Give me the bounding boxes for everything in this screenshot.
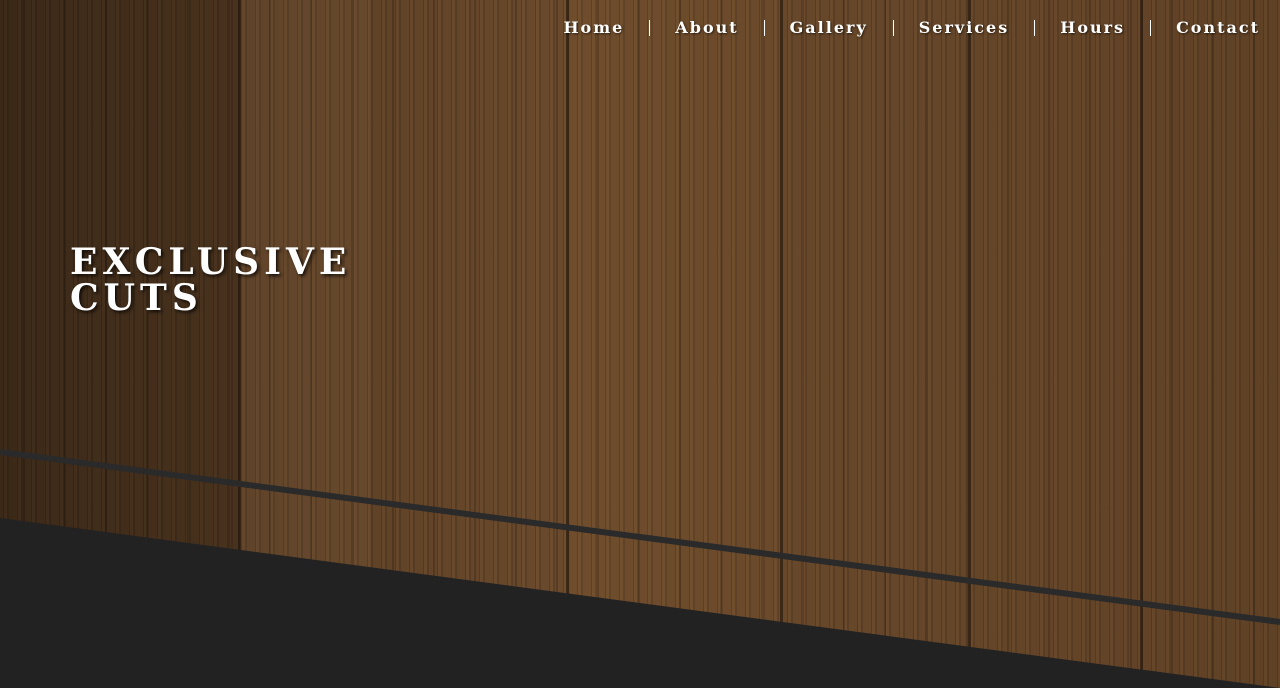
dark-diagonal-band	[0, 518, 1280, 688]
hero-section: Home About Gallery Services Hours Contac…	[0, 0, 1280, 688]
angled-bottom-band	[0, 449, 1280, 688]
